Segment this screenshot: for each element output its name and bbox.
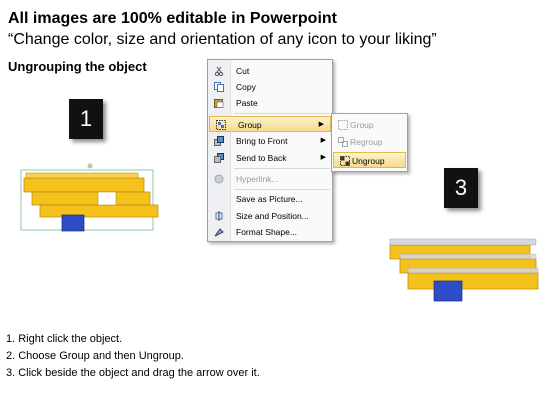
- headline: All images are 100% editable in Powerpoi…: [8, 10, 337, 27]
- copy-icon: [214, 82, 224, 92]
- submenu-arrow-icon: ▶: [320, 137, 326, 144]
- scissors-icon: [214, 66, 224, 77]
- lego-object-selected[interactable]: [18, 163, 162, 238]
- menu-item-save-as-picture[interactable]: Save as Picture...: [208, 191, 332, 207]
- group-submenu: Group Regroup Ungroup: [331, 113, 408, 172]
- submenu-item-group[interactable]: Group: [332, 117, 407, 133]
- tagline: “Change color, size and orientation of a…: [8, 31, 437, 48]
- menu-item-copy[interactable]: Copy: [208, 79, 332, 95]
- rotate-handle[interactable]: [87, 163, 93, 169]
- submenu-item-ungroup[interactable]: Ungroup: [333, 152, 406, 168]
- blue-brick-ungrouped: [433, 280, 463, 302]
- paste-icon: [214, 98, 224, 108]
- step-2: 2. Choose Group and then Ungroup.: [6, 350, 184, 362]
- ungroup-icon: [340, 156, 350, 166]
- send-to-back-icon: [214, 153, 224, 163]
- menu-item-bring-to-front[interactable]: Bring to Front ▶: [208, 133, 332, 149]
- menu-item-hyperlink[interactable]: Hyperlink...: [208, 171, 332, 187]
- step-badge-1: 1: [69, 99, 103, 139]
- format-shape-icon: [214, 227, 224, 237]
- step-3: 3. Click beside the object and drag the …: [6, 367, 260, 379]
- yellow-bricks-ungrouped: [389, 238, 539, 290]
- menu-item-cut[interactable]: Cut: [208, 63, 332, 79]
- context-menu: Cut Copy Paste Group ▶ Bring to Front ▶ …: [207, 59, 333, 242]
- bring-to-front-icon: [214, 136, 224, 146]
- hyperlink-icon: [214, 174, 224, 184]
- size-position-icon: [214, 211, 224, 221]
- step-1: 1. Right click the object.: [6, 333, 123, 345]
- menu-item-send-to-back[interactable]: Send to Back ▶: [208, 150, 332, 166]
- submenu-arrow-icon: ▶: [320, 154, 326, 161]
- group-icon: [338, 120, 348, 130]
- group-icon: [216, 120, 226, 130]
- section-title: Ungrouping the object: [8, 59, 147, 74]
- menu-item-group[interactable]: Group ▶: [209, 116, 331, 132]
- menu-item-size-and-position[interactable]: Size and Position...: [208, 208, 332, 224]
- step-badge-3: 3: [444, 168, 478, 208]
- menu-item-paste[interactable]: Paste: [208, 95, 332, 111]
- yellow-bricks: [23, 172, 159, 218]
- lego-object-ungrouped[interactable]: [386, 237, 542, 305]
- submenu-arrow-icon: ▶: [318, 121, 324, 128]
- regroup-icon: [338, 137, 348, 147]
- instruction-steps: 1. Right click the object. 2. Choose Gro…: [6, 331, 260, 382]
- menu-item-format-shape[interactable]: Format Shape...: [208, 224, 332, 240]
- submenu-item-regroup[interactable]: Regroup: [332, 134, 407, 150]
- blue-brick: [61, 214, 85, 232]
